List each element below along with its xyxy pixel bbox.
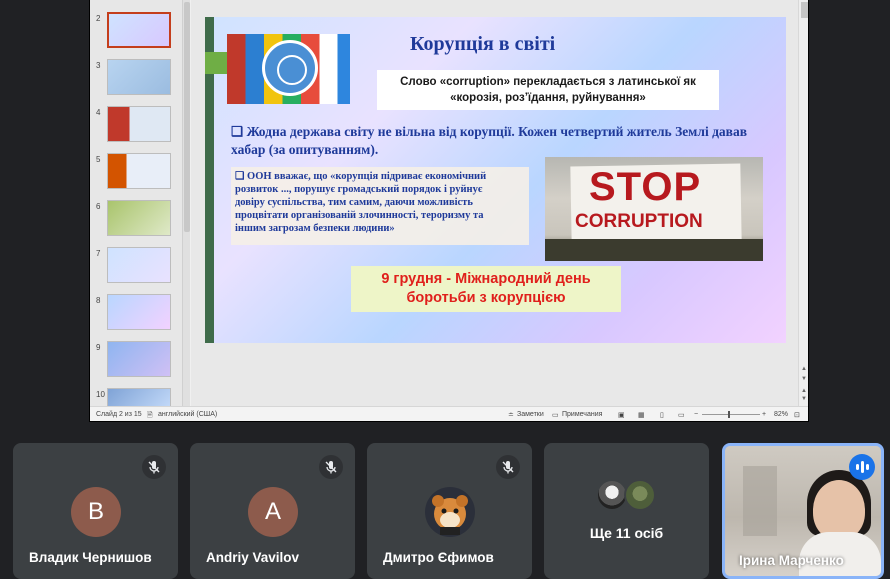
slide-thumbnails-panel: 2 3 4 5 6 7 8 9 10 bbox=[90, 0, 190, 421]
thumbnail-scrollbar[interactable] bbox=[182, 0, 190, 406]
comments-button[interactable]: Примечания bbox=[562, 411, 602, 418]
thumbnail-slide-8[interactable] bbox=[107, 294, 171, 330]
mic-off-icon bbox=[496, 455, 520, 479]
avatar: A bbox=[248, 487, 298, 537]
definition-line: Слово «corruption» перекладається з лати… bbox=[400, 76, 696, 88]
participant-tile[interactable]: A Andriy Vavilov bbox=[190, 443, 355, 579]
shared-screen: 2 3 4 5 6 7 8 9 10 ▲ ▼ ▲ ▼ Корупція в св… bbox=[89, 0, 809, 422]
hamster-avatar bbox=[425, 487, 475, 537]
comments-icon[interactable]: ▭ bbox=[552, 411, 559, 419]
thumbnail-slide-4[interactable] bbox=[107, 106, 171, 142]
thumbnail-number: 8 bbox=[96, 296, 101, 305]
notes-icon[interactable]: ≐ bbox=[508, 411, 514, 419]
definition-line: «корозія, розʼїдання, руйнування» bbox=[450, 92, 646, 104]
definition-box: Слово «corruption» перекладається з лати… bbox=[377, 70, 719, 110]
slide-counter: Слайд 2 из 15 bbox=[96, 411, 142, 418]
thumbnail-row[interactable]: 8 bbox=[90, 294, 190, 336]
date-line: боротьби з корупцією bbox=[406, 290, 566, 306]
thumbnail-row[interactable]: 5 bbox=[90, 153, 190, 195]
fit-slide-icon[interactable]: ⊡ bbox=[794, 411, 800, 419]
thumbnail-slide-5[interactable] bbox=[107, 153, 171, 189]
avatar: В bbox=[71, 487, 121, 537]
thumbnail-number: 10 bbox=[96, 390, 105, 399]
thumbnail-row[interactable]: 3 bbox=[90, 59, 190, 101]
current-slide: Корупція в світі Слово «corruption» пере… bbox=[205, 17, 786, 343]
thumbnail-slide-6[interactable] bbox=[107, 200, 171, 236]
zoom-out-icon[interactable]: − bbox=[694, 411, 698, 418]
reading-view-icon[interactable]: ▯ bbox=[660, 411, 664, 419]
mic-off-icon bbox=[142, 455, 166, 479]
active-speaker-tile[interactable]: Ірина Марченко bbox=[722, 443, 884, 579]
slideshow-icon[interactable]: ▭ bbox=[678, 411, 685, 419]
thumbnail-slide-3[interactable] bbox=[107, 59, 171, 95]
thumbnail-row[interactable]: 2 bbox=[90, 12, 190, 54]
zoom-in-icon[interactable]: + bbox=[762, 411, 766, 418]
status-bar: Слайд 2 из 15 🗎 английский (США) ≐ Замет… bbox=[90, 406, 808, 421]
participant-name: Владик Чернишов bbox=[29, 550, 152, 565]
more-participants-tile[interactable]: Ще 11 осіб bbox=[544, 443, 709, 579]
normal-view-icon[interactable]: ▣ bbox=[618, 411, 625, 419]
participant-tile[interactable]: Дмитро Єфимов bbox=[367, 443, 532, 579]
thumbnail-row[interactable]: 6 bbox=[90, 200, 190, 242]
participant-tile[interactable]: В Владик Чернишов bbox=[13, 443, 178, 579]
slide-sorter-icon[interactable]: ▦ bbox=[638, 411, 645, 419]
avatar bbox=[624, 479, 656, 511]
anticorruption-day-box: 9 грудня - Міжнародний день боротьби з к… bbox=[351, 266, 621, 312]
thumbnail-row[interactable]: 7 bbox=[90, 247, 190, 289]
zoom-level[interactable]: 82% bbox=[774, 411, 788, 418]
participant-avatars-group bbox=[596, 479, 660, 513]
thumbnail-number: 5 bbox=[96, 155, 101, 164]
spellcheck-icon[interactable]: 🗎 bbox=[147, 411, 153, 421]
quote-line: ❑ ООН вважає, що «корупція підриває екон… bbox=[235, 171, 487, 182]
slide-title: Корупція в світі bbox=[410, 33, 556, 55]
date-line: 9 грудня - Міжнародний день bbox=[381, 271, 591, 287]
corruption-statement: ❑ Жодна держава світу не вільна від кору… bbox=[231, 124, 747, 157]
notes-button[interactable]: Заметки bbox=[517, 411, 544, 418]
participant-name: Дмитро Єфимов bbox=[383, 550, 494, 565]
quote-line: довіру суспільства, тим самим, даючи мож… bbox=[235, 197, 473, 208]
quote-line: процвітати організованій злочинності, те… bbox=[235, 210, 484, 221]
more-participants-label: Ще 11 осіб bbox=[589, 525, 664, 541]
quote-line: іншим загрозам безпеки людини» bbox=[235, 223, 395, 234]
meeting-stage: 2 3 4 5 6 7 8 9 10 ▲ ▼ ▲ ▼ Корупція в св… bbox=[0, 0, 890, 579]
thumbnail-number: 3 bbox=[96, 61, 101, 70]
editor-scrollbar[interactable]: ▲ ▼ ▲ ▼ bbox=[798, 0, 808, 406]
thumbnail-row[interactable]: 4 bbox=[90, 106, 190, 148]
thumbnail-number: 6 bbox=[96, 202, 101, 211]
stop-corruption-photo: STOP CORRUPTION bbox=[545, 157, 763, 261]
thumbnail-number: 9 bbox=[96, 343, 101, 352]
un-flag-image bbox=[227, 34, 350, 104]
thumbnail-row[interactable]: 9 bbox=[90, 341, 190, 383]
mic-off-icon bbox=[319, 455, 343, 479]
language-indicator[interactable]: английский (США) bbox=[158, 411, 217, 418]
thumbnail-slide-9[interactable] bbox=[107, 341, 171, 377]
thumbnail-slide-7[interactable] bbox=[107, 247, 171, 283]
participant-name: Andriy Vavilov bbox=[206, 550, 300, 565]
un-quote-box: ❑ ООН вважає, що «корупція підриває екон… bbox=[231, 167, 529, 245]
zoom-slider[interactable] bbox=[702, 414, 760, 415]
speaking-indicator-icon bbox=[849, 454, 875, 480]
corruption-sign-text: CORRUPTION bbox=[575, 211, 703, 232]
thumbnail-slide-2[interactable] bbox=[107, 12, 171, 48]
participant-name: Ірина Марченко bbox=[739, 553, 844, 568]
slide-accent-square bbox=[205, 52, 227, 74]
thumbnail-number: 4 bbox=[96, 108, 101, 117]
thumbnail-number: 7 bbox=[96, 249, 101, 258]
quote-line: розвиток ..., порушує громадський порядо… bbox=[235, 184, 483, 195]
thumbnail-number: 2 bbox=[96, 14, 101, 23]
stop-sign-text: STOP bbox=[589, 165, 702, 209]
zoom-slider-thumb[interactable] bbox=[728, 411, 730, 418]
